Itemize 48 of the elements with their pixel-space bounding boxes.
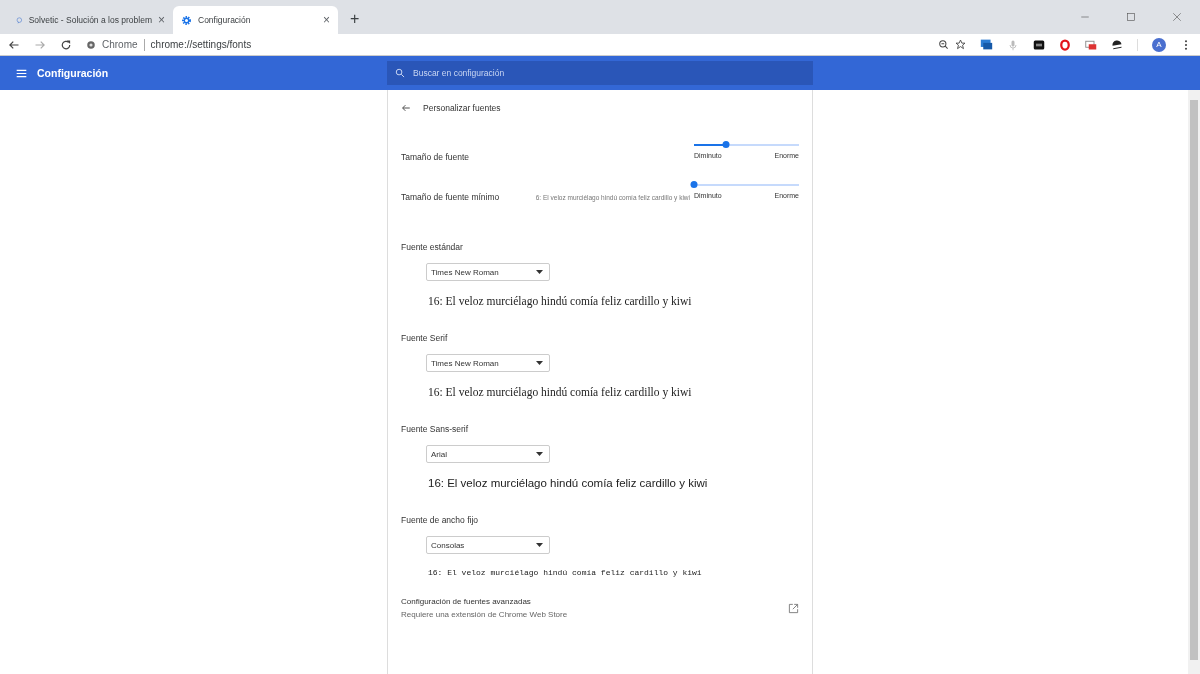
font-dropdown[interactable]: Times New Roman	[426, 354, 550, 372]
dropdown-caret-icon	[536, 452, 543, 456]
slider-thumb[interactable]	[722, 141, 729, 148]
close-icon[interactable]	[1172, 12, 1182, 22]
setting-label: Fuente de ancho fijo	[401, 515, 480, 525]
globe-icon	[86, 39, 96, 50]
dark-square-icon[interactable]	[1033, 38, 1045, 51]
site-label: Chrome	[102, 39, 138, 50]
font-sample-text: 16: El veloz murciélago hindú comía feliz cardillo y kiwi	[428, 477, 709, 489]
setting-label: Tamaño de fuente	[401, 151, 470, 162]
dropdown-caret-icon	[536, 270, 543, 274]
dropdown-caret-icon	[536, 543, 543, 547]
font-sample-text: 16: El veloz murciélago hindú comía feliz cardillo y kiwi	[428, 568, 703, 577]
profile-avatar[interactable]: A	[1152, 37, 1166, 52]
ring-icon[interactable]	[1059, 38, 1071, 51]
setting-label: Fuente Serif	[401, 333, 449, 343]
url-field[interactable]: chrome://settings/fonts	[150, 39, 252, 50]
scrollbar[interactable]	[1188, 90, 1200, 674]
bookmark-star-icon[interactable]	[955, 39, 966, 50]
page-title: Configuración	[37, 67, 109, 79]
browser-tab[interactable]: Configuración ×	[173, 6, 338, 34]
close-tab-button[interactable]: ×	[323, 13, 330, 27]
zoom-icon[interactable]	[938, 39, 949, 50]
section-title: Personalizar fuentes	[423, 103, 501, 113]
external-link-icon[interactable]	[788, 602, 799, 614]
font-dropdown[interactable]: Consolas	[426, 536, 550, 554]
search-field[interactable]: Buscar en configuración	[387, 61, 813, 85]
font-dropdown[interactable]: Times New Roman	[426, 263, 550, 281]
browser-tab[interactable]: Solvetic - Solución a los problem ×	[8, 6, 173, 34]
windows-icon[interactable]	[1085, 38, 1097, 51]
font-sample-text: 16: El veloz murciélago hindú comía feliz cardillo y kiwi	[428, 386, 693, 398]
reload-icon[interactable]	[60, 38, 72, 51]
setting-label: Tamaño de fuente mínimo	[401, 191, 500, 202]
font-dropdown[interactable]: Arial	[426, 445, 550, 463]
settings-icon	[181, 14, 192, 26]
setting-label: Fuente estándar	[401, 242, 464, 252]
maximize-icon[interactable]	[1126, 12, 1136, 22]
back-arrow-icon[interactable]	[8, 38, 20, 51]
advanced-fonts-subtitle: Requiere una extensión de Chrome Web Store	[401, 610, 569, 619]
new-tab-button[interactable]: +	[346, 10, 364, 28]
setting-label: Fuente Sans-serif	[401, 424, 470, 434]
slider-thumb[interactable]	[690, 181, 698, 188]
menu-icon[interactable]	[16, 67, 27, 79]
close-tab-button[interactable]: ×	[158, 13, 165, 27]
font-sample-text: 16: El veloz murciélago hindú comía feliz cardillo y kiwi	[428, 295, 693, 307]
monitor-icon[interactable]	[980, 38, 993, 51]
advanced-fonts-title: Configuración de fuentes avanzadas	[401, 597, 532, 606]
dropdown-caret-icon	[536, 361, 543, 365]
